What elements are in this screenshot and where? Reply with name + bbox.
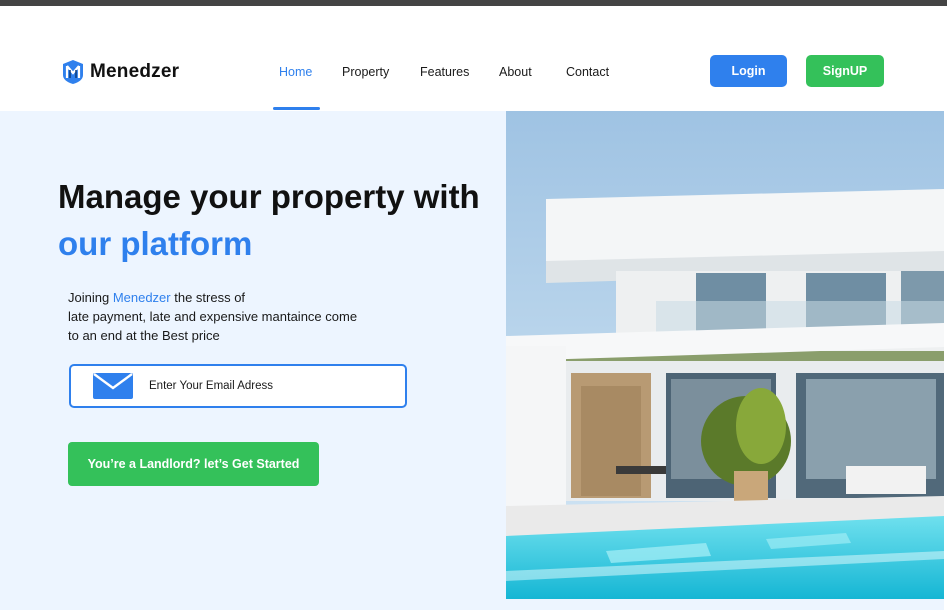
hero-image bbox=[506, 111, 944, 599]
desc-line2: late payment, late and expensive mantain… bbox=[68, 309, 358, 324]
nav-active-indicator bbox=[273, 107, 320, 110]
nav-property[interactable]: Property bbox=[342, 65, 389, 79]
nav-home[interactable]: Home bbox=[279, 65, 312, 79]
hero-title-line2: our platform bbox=[58, 225, 253, 262]
desc-line1: the stress of bbox=[170, 290, 246, 305]
villa-illustration bbox=[506, 111, 944, 599]
brand-logo[interactable]: Menedzer bbox=[62, 59, 179, 85]
get-started-button[interactable]: You’re a Landlord? let’s Get Started bbox=[68, 442, 319, 486]
hero-title-line1: Manage your property with bbox=[58, 178, 480, 215]
hero-description: Joining Menedzer the stress of late paym… bbox=[68, 288, 408, 345]
hero-section: Manage your property with our platform J… bbox=[0, 111, 947, 610]
mail-icon bbox=[93, 373, 133, 399]
desc-brand: Menedzer bbox=[112, 290, 171, 305]
brand-name: Menedzer bbox=[90, 61, 180, 82]
email-field[interactable] bbox=[69, 364, 407, 408]
desc-prefix: Joining bbox=[68, 290, 113, 305]
email-input[interactable] bbox=[149, 380, 389, 392]
menedzer-logo-icon bbox=[63, 60, 83, 84]
nav-contact[interactable]: Contact bbox=[566, 65, 609, 79]
hero-title: Manage your property with our platform bbox=[58, 173, 480, 267]
login-button[interactable]: Login bbox=[710, 55, 787, 87]
desc-line3: to an end at the Best price bbox=[68, 328, 220, 343]
nav-features[interactable]: Features bbox=[420, 65, 469, 79]
signup-button[interactable]: SignUP bbox=[806, 55, 884, 87]
nav-about[interactable]: About bbox=[499, 65, 532, 79]
site-header: Menedzer Home Property Features About Co… bbox=[0, 6, 947, 111]
